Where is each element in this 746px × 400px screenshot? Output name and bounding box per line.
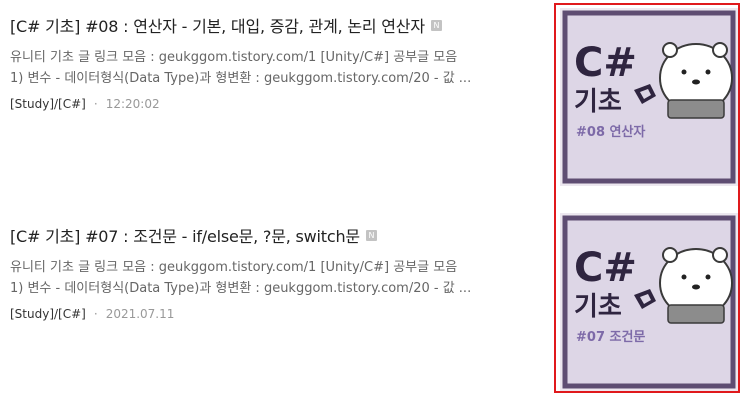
post-title-text: [C# 기초] #08 : 연산자 - 기본, 대입, 증감, 관계, 논리 연… bbox=[10, 17, 425, 36]
post-list-item[interactable]: [C# 기초] #08 : 연산자 - 기본, 대입, 증감, 관계, 논리 연… bbox=[10, 14, 510, 113]
excerpt-line: 1) 변수 - 데이터형식(Data Type)과 형변환 : geukggom… bbox=[10, 281, 472, 296]
thumb-word-text: 기초 bbox=[574, 87, 622, 117]
excerpt-line: 유니티 기초 글 링크 모음 : geukggom.tistory.com/1 … bbox=[10, 260, 458, 275]
post-title-text: [C# 기초] #07 : 조건문 - if/else문, ?문, switch… bbox=[10, 227, 360, 246]
meta-separator: · bbox=[93, 307, 98, 321]
post-list-item[interactable]: [C# 기초] #07 : 조건문 - if/else문, ?문, switch… bbox=[10, 224, 510, 323]
post-timestamp: 2021.07.11 bbox=[105, 307, 175, 321]
thumb-logo-text: C# bbox=[574, 40, 637, 86]
new-post-badge: N bbox=[365, 230, 377, 241]
post-meta: [Study]/[C#] · 12:20:02 bbox=[10, 95, 510, 113]
post-thumbnail[interactable]: C# 기초 #07 조건문 bbox=[560, 213, 738, 391]
thumb-word-text: 기초 bbox=[574, 292, 622, 322]
new-post-badge: N bbox=[430, 20, 442, 31]
thumb-caption: #08 연산자 bbox=[576, 124, 645, 140]
post-category-link[interactable]: [Study]/[C#] bbox=[10, 97, 86, 111]
polar-bear-icon bbox=[659, 42, 733, 119]
post-excerpt[interactable]: 유니티 기초 글 링크 모음 : geukggom.tistory.com/1 … bbox=[10, 257, 500, 299]
post-timestamp: 12:20:02 bbox=[105, 97, 160, 111]
post-title-link[interactable]: [C# 기초] #08 : 연산자 - 기본, 대입, 증감, 관계, 논리 연… bbox=[10, 14, 510, 40]
post-excerpt[interactable]: 유니티 기초 글 링크 모음 : geukggom.tistory.com/1 … bbox=[10, 47, 500, 89]
polar-bear-icon bbox=[659, 247, 733, 324]
post-title-link[interactable]: [C# 기초] #07 : 조건문 - if/else문, ?문, switch… bbox=[10, 224, 510, 250]
thumb-logo-text: C# bbox=[574, 245, 637, 291]
thumb-caption: #07 조건문 bbox=[576, 329, 645, 345]
post-meta: [Study]/[C#] · 2021.07.11 bbox=[10, 305, 510, 323]
post-category-link[interactable]: [Study]/[C#] bbox=[10, 307, 86, 321]
post-thumbnail[interactable]: C# 기초 #08 연산자 bbox=[560, 8, 738, 186]
excerpt-line: 유니티 기초 글 링크 모음 : geukggom.tistory.com/1 … bbox=[10, 50, 458, 65]
excerpt-line: 1) 변수 - 데이터형식(Data Type)과 형변환 : geukggom… bbox=[10, 71, 472, 86]
meta-separator: · bbox=[93, 97, 98, 111]
